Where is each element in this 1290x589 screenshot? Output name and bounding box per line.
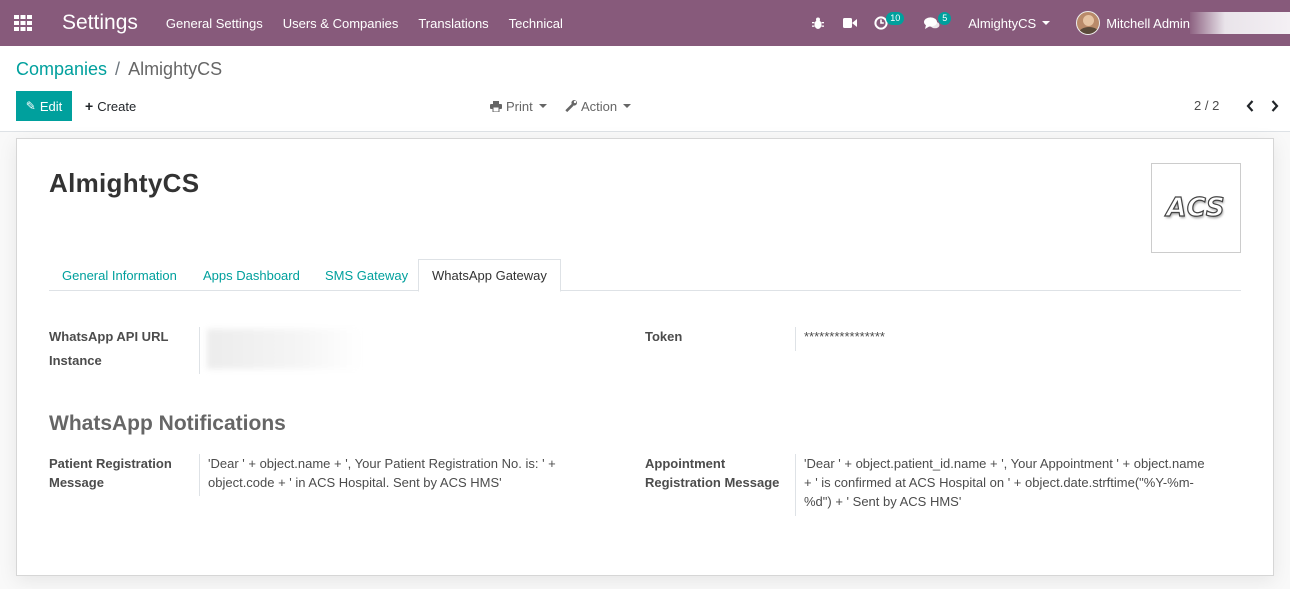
top-navbar: Settings General Settings Users & Compan… (0, 0, 1290, 46)
action-label: Action (581, 98, 618, 114)
menu-technical[interactable]: Technical (509, 16, 563, 31)
tab-sms-gateway[interactable]: SMS Gateway (312, 259, 421, 291)
edit-button[interactable]: ✎ Edit (16, 91, 72, 121)
menu-translations[interactable]: Translations (418, 16, 488, 31)
tab-whatsapp-gateway[interactable]: WhatsApp Gateway (418, 259, 561, 292)
appointment-registration-label: Appointment Registration Message (645, 456, 780, 490)
company-logo: ACS (1151, 163, 1241, 253)
avatar (1076, 11, 1101, 35)
company-logo-text: ACS (1166, 192, 1226, 223)
tab-general-information[interactable]: General Information (49, 259, 190, 291)
app-title[interactable]: Settings (62, 11, 138, 35)
breadcrumb: Companies / AlmightyCS (16, 59, 222, 80)
print-dropdown[interactable]: Print (490, 91, 547, 121)
print-label: Print (506, 98, 533, 114)
company-switcher[interactable]: AlmightyCS (968, 15, 1051, 31)
notebook-tabs: General Information Apps Dashboard SMS G… (49, 259, 1241, 292)
wrench-icon (565, 100, 577, 112)
pager-next-icon[interactable] (1268, 96, 1282, 116)
chevron-down-icon (1042, 21, 1051, 25)
menu-general-settings[interactable]: General Settings (166, 16, 263, 31)
messages-count-badge: 5 (938, 12, 952, 25)
whatsapp-api-url-label: WhatsApp API URL (49, 329, 169, 344)
patient-registration-message-field[interactable]: 'Dear ' + object.name + ', Your Patient … (199, 454, 569, 496)
edit-button-label: Edit (39, 98, 63, 114)
pencil-icon: ✎ (25, 99, 36, 113)
create-button-label: Create (97, 98, 137, 114)
breadcrumb-current: AlmightyCS (128, 59, 223, 79)
systray: 10 5 AlmightyCS Mitchell Admin (802, 0, 1290, 46)
pager-previous-icon[interactable] (1243, 96, 1257, 116)
redacted-values (207, 329, 362, 369)
messaging-menu[interactable]: 5 (916, 0, 968, 46)
chevron-down-icon (623, 104, 632, 108)
video-camera-icon[interactable] (834, 0, 866, 46)
apps-grid-icon[interactable] (0, 0, 46, 46)
action-dropdown[interactable]: Action (565, 91, 632, 121)
breadcrumb-separator: / (115, 59, 121, 79)
form-sheet: AlmightyCS ACS General Information Apps … (16, 138, 1274, 576)
patient-registration-label: Patient Registration Message (49, 456, 172, 490)
appointment-registration-message-field[interactable]: 'Dear ' + object.patient_id.name + ', Yo… (795, 454, 1210, 516)
user-name: Mitchell Admin (1106, 15, 1190, 31)
control-panel: Companies / AlmightyCS ✎ Edit + Create Pri… (0, 46, 1290, 132)
plus-icon: + (85, 98, 94, 114)
bug-icon[interactable] (802, 0, 834, 46)
breadcrumb-companies-link[interactable]: Companies (16, 59, 107, 79)
company-name: AlmightyCS (968, 15, 1037, 31)
user-menu-overflow (1190, 12, 1290, 34)
create-button[interactable]: + Create (85, 91, 136, 121)
section-title: WhatsApp Notifications (49, 412, 286, 435)
token-field[interactable]: **************** (795, 327, 995, 351)
menu-users-companies[interactable]: Users & Companies (283, 16, 399, 31)
user-menu[interactable]: Mitchell Admin (1076, 11, 1290, 35)
record-title: AlmightyCS (49, 168, 200, 198)
pager-value[interactable]: 2 / 2 (1194, 98, 1219, 113)
activity-menu[interactable]: 10 (866, 0, 916, 46)
instance-label: Instance (49, 353, 102, 368)
printer-icon (490, 100, 502, 112)
tab-apps-dashboard[interactable]: Apps Dashboard (190, 259, 313, 291)
chevron-down-icon (538, 104, 547, 108)
activity-count-badge: 10 (886, 12, 905, 25)
token-label: Token (645, 329, 683, 344)
